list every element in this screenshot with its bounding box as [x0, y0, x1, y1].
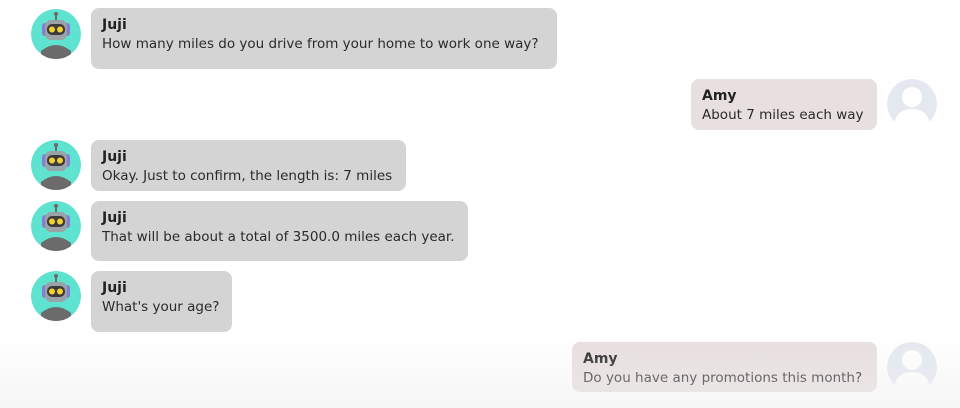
sender-name: Amy	[583, 351, 618, 367]
robot-icon	[31, 140, 81, 190]
message-bubble: Amy Do you have any promotions this mont…	[572, 342, 877, 392]
message-text: How many miles do you drive from your ho…	[102, 36, 539, 52]
message-text: Okay. Just to confirm, the length is: 7 …	[102, 168, 393, 184]
message-text: That will be about a total of 3500.0 mil…	[102, 229, 455, 245]
robot-icon	[31, 201, 81, 251]
bot-avatar	[31, 140, 81, 190]
sender-name: Juji	[102, 17, 127, 33]
sender-name: Juji	[102, 149, 127, 165]
message-text: What's your age?	[102, 299, 220, 315]
user-avatar	[887, 342, 937, 392]
message-bubble: Juji How many miles do you drive from yo…	[91, 8, 557, 69]
robot-icon	[31, 271, 81, 321]
person-silhouette-icon	[887, 79, 937, 129]
user-avatar	[887, 79, 937, 129]
message-bubble: Juji That will be about a total of 3500.…	[91, 201, 468, 261]
robot-icon	[31, 9, 81, 59]
sender-name: Juji	[102, 280, 127, 296]
sender-name: Juji	[102, 210, 127, 226]
message-bubble: Juji What's your age?	[91, 271, 232, 332]
sender-name: Amy	[702, 88, 737, 104]
message-text: Do you have any promotions this month?	[583, 370, 863, 386]
person-silhouette-icon	[887, 342, 937, 392]
message-text: About 7 miles each way	[702, 107, 864, 123]
message-bubble: Amy About 7 miles each way	[691, 79, 877, 130]
bot-avatar	[31, 201, 81, 251]
bot-avatar	[31, 271, 81, 321]
message-bubble: Juji Okay. Just to confirm, the length i…	[91, 140, 406, 191]
bot-avatar	[31, 9, 81, 59]
